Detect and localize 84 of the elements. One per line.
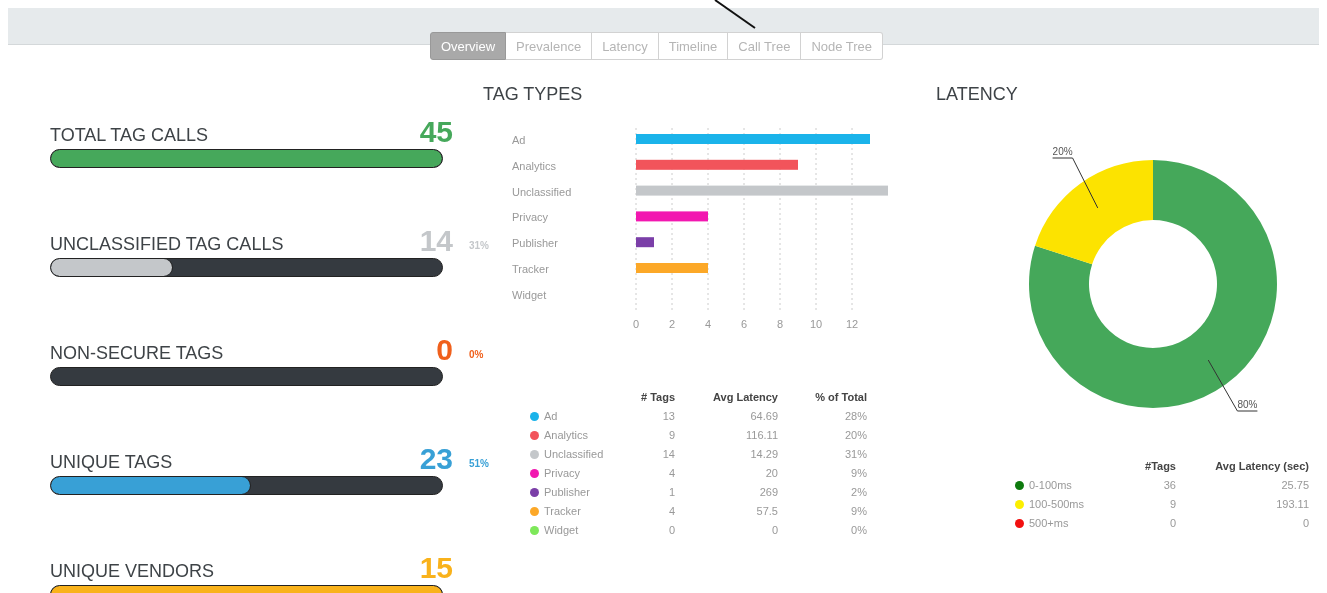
metric-percent: 51% <box>469 458 489 469</box>
category-label: Unclassified <box>512 185 572 198</box>
column-header: # Tags <box>639 391 675 403</box>
table-cell-text: 1 <box>667 486 675 498</box>
bar <box>636 237 654 248</box>
metric-percent: 31% <box>469 240 489 251</box>
table-cell-text: 20% <box>843 429 867 441</box>
table-cell-text: 0 <box>770 524 778 536</box>
metric-value: 15 <box>418 552 453 584</box>
category-label: Ad <box>512 134 526 146</box>
table-cell-text: 28% <box>843 410 867 422</box>
table-cell-text: 0-100ms <box>1029 479 1073 491</box>
table-cell-text: 57.5 <box>755 505 778 517</box>
column-header: #Tags <box>1144 460 1176 472</box>
category-label: Tracker <box>512 263 549 275</box>
metric-value: 45 <box>418 116 453 148</box>
table-cell-text: 4 <box>667 467 675 479</box>
leader-line <box>1207 359 1258 412</box>
category-label: Widget <box>512 288 547 301</box>
table-cell-text: Widget <box>544 524 580 536</box>
column-header: % of Total <box>814 391 867 403</box>
section-title: LATENCY <box>936 84 1019 106</box>
table-cell-text: 9% <box>850 467 867 479</box>
table-cell-text: 0 <box>1301 517 1309 529</box>
table-cell-text: Publisher <box>544 486 591 498</box>
axis-tick: 6 <box>740 318 748 330</box>
column-header: Avg Latency <box>712 391 778 403</box>
category-label: Privacy <box>512 211 549 224</box>
tab[interactable]: Latency <box>592 32 659 60</box>
metric-label: UNIQUE TAGS <box>50 452 174 474</box>
metric-label: NON-SECURE TAGS <box>50 343 225 365</box>
table-cell-text: Unclassified <box>544 448 605 460</box>
table-cell-text: 9 <box>1168 498 1176 510</box>
table-cell-text: 64.69 <box>749 410 778 422</box>
table-cell-text: 0 <box>1168 517 1176 529</box>
bar <box>636 263 708 273</box>
tab[interactable]: Prevalence <box>506 32 593 60</box>
axis-tick: 12 <box>845 318 859 330</box>
metric-label: TOTAL TAG CALLS <box>50 125 210 147</box>
axis-tick: 4 <box>704 318 712 330</box>
data-label: 80% <box>1237 399 1258 410</box>
table-cell-text: 14 <box>661 448 675 460</box>
bar <box>636 211 708 222</box>
table-cell-text: Privacy <box>544 467 582 479</box>
table-cell-text: Ad <box>544 410 559 422</box>
table-cell-text: 9 <box>667 429 675 441</box>
table-cell-text: 116.11 <box>745 429 778 441</box>
table-cell-text: 13 <box>661 410 675 422</box>
category-label: Publisher <box>512 237 558 250</box>
data-label: 20% <box>1052 146 1073 157</box>
metric-value: 23 <box>418 443 453 475</box>
metric-label: UNIQUE VENDORS <box>50 561 216 583</box>
section-title: TAG TYPES <box>483 84 584 106</box>
metric-value: 0 <box>435 334 453 366</box>
axis-tick: 2 <box>668 318 676 330</box>
metric-label: UNCLASSIFIED TAG CALLS <box>50 234 285 256</box>
table-cell-text: 25.75 <box>1280 479 1309 491</box>
table-cell-text: 14.29 <box>749 448 778 460</box>
axis-tick: 8 <box>776 318 784 330</box>
tab[interactable]: Node Tree <box>801 32 884 60</box>
leader-line <box>1052 157 1099 209</box>
table-cell-text: 20 <box>764 467 778 479</box>
category-label: Analytics <box>512 159 557 172</box>
table-cell-text: Tracker <box>544 505 582 517</box>
table-cell-text: 4 <box>667 505 675 517</box>
table-cell-text: 193.11 <box>1275 498 1309 510</box>
table-cell-text: 0 <box>667 524 675 536</box>
metric-percent: 0% <box>469 349 484 360</box>
table-cell-text: 9% <box>850 505 867 517</box>
table-cell-text: 36 <box>1162 479 1176 491</box>
axis-tick: 0 <box>632 318 640 330</box>
table-cell-text: 0% <box>850 524 867 536</box>
table-cell-text: 100-500ms <box>1029 498 1086 510</box>
table-cell-text: 31% <box>843 448 867 460</box>
axis-tick: 10 <box>809 318 823 330</box>
tab[interactable]: Overview <box>429 32 507 60</box>
tab[interactable]: Call Tree <box>728 32 802 60</box>
table-cell-text: 269 <box>758 486 778 498</box>
tab[interactable]: Timeline <box>658 32 729 60</box>
column-header: Avg Latency (sec) <box>1214 460 1309 472</box>
metric-value: 14 <box>418 225 453 257</box>
table-cell-text: 2% <box>850 486 867 498</box>
table-cell-text: Analytics <box>544 429 590 441</box>
table-cell-text: 500+ms <box>1029 517 1070 529</box>
